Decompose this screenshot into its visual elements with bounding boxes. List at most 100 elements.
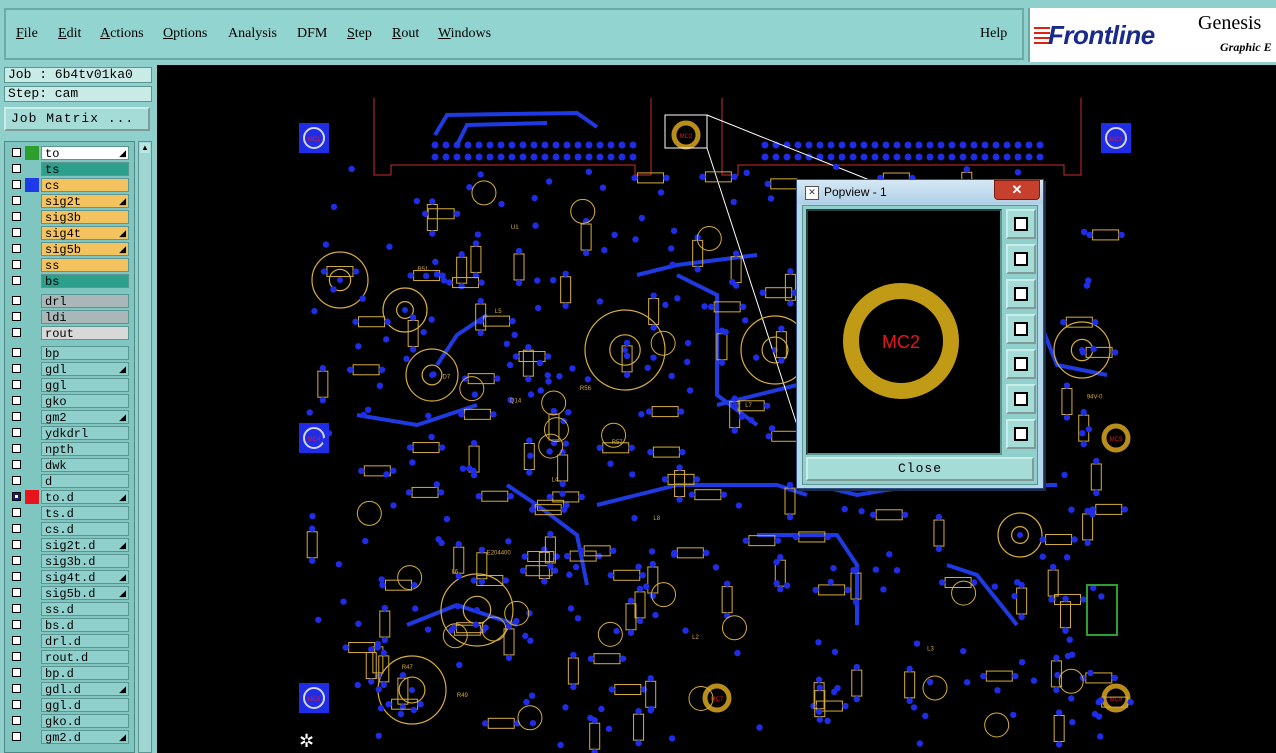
layer-checkbox[interactable]	[12, 148, 21, 157]
layer-row[interactable]: sig5b ◢	[8, 242, 130, 257]
layer-name[interactable]: bs	[41, 274, 129, 289]
menu-options[interactable]: Options	[163, 26, 207, 42]
layer-row[interactable]: rout	[8, 326, 130, 341]
layer-name[interactable]: gko	[41, 394, 129, 409]
layer-color-swatch[interactable]	[25, 178, 39, 192]
layer-color-swatch[interactable]	[25, 310, 39, 324]
menu-file[interactable]: File	[16, 26, 38, 42]
layer-checkbox[interactable]	[12, 684, 21, 693]
layer-checkbox[interactable]	[12, 348, 21, 357]
layer-name[interactable]: rout.d	[41, 650, 129, 665]
layer-color-swatch[interactable]	[25, 570, 39, 584]
layer-name[interactable]: gm2.d ◢	[41, 730, 129, 745]
layer-row[interactable]: bs.d	[8, 618, 130, 633]
layer-name[interactable]: sig4t ◢	[41, 226, 129, 241]
layer-color-swatch[interactable]	[25, 666, 39, 680]
layer-checkbox[interactable]	[12, 180, 21, 189]
layer-checkbox[interactable]	[12, 556, 21, 565]
zoom-in-icon[interactable]	[1006, 384, 1036, 414]
layer-checkbox[interactable]	[12, 492, 21, 501]
layer-checkbox[interactable]	[12, 196, 21, 205]
layer-color-swatch[interactable]	[25, 634, 39, 648]
layer-row[interactable]: ldi	[8, 310, 130, 325]
layer-row[interactable]: bp	[8, 346, 130, 361]
layer-checkbox[interactable]	[12, 572, 21, 581]
layer-row[interactable]: ts	[8, 162, 130, 177]
layer-color-swatch[interactable]	[25, 226, 39, 240]
layer-name[interactable]: gdl ◢	[41, 362, 129, 377]
layer-name[interactable]: sig2t ◢	[41, 194, 129, 209]
layer-row[interactable]: ts.d	[8, 506, 130, 521]
layer-name[interactable]: d	[41, 474, 129, 489]
layer-row[interactable]: gko.d	[8, 714, 130, 729]
layer-name[interactable]: bs.d	[41, 618, 129, 633]
layer-row[interactable]: gko	[8, 394, 130, 409]
layer-color-swatch[interactable]	[25, 210, 39, 224]
layer-checkbox[interactable]	[12, 412, 21, 421]
layer-name[interactable]: sig3b.d	[41, 554, 129, 569]
layer-row[interactable]: npth	[8, 442, 130, 457]
layer-row[interactable]: sig3b	[8, 210, 130, 225]
layer-row[interactable]: drl.d	[8, 634, 130, 649]
layer-color-swatch[interactable]	[25, 242, 39, 256]
layer-name[interactable]: ss.d	[41, 602, 129, 617]
layer-color-swatch[interactable]	[25, 714, 39, 728]
layer-color-swatch[interactable]	[25, 522, 39, 536]
layer-color-swatch[interactable]	[25, 274, 39, 288]
layer-name[interactable]: ss	[41, 258, 129, 273]
layer-name[interactable]: sig5b ◢	[41, 242, 129, 257]
layer-name[interactable]: cs.d	[41, 522, 129, 537]
layer-name[interactable]: npth	[41, 442, 129, 457]
menu-windows[interactable]: Windows	[438, 26, 491, 42]
menu-analysis[interactable]: Analysis	[228, 26, 277, 42]
layer-color-swatch[interactable]	[25, 378, 39, 392]
layer-name[interactable]: bp	[41, 346, 129, 361]
layer-row[interactable]: to.d ◢	[8, 490, 130, 505]
layer-row[interactable]: dwk	[8, 458, 130, 473]
layer-name[interactable]: sig5b.d ◢	[41, 586, 129, 601]
layer-checkbox[interactable]	[12, 652, 21, 661]
layer-name[interactable]: drl	[41, 294, 129, 309]
layer-checkbox[interactable]	[12, 260, 21, 269]
layer-row[interactable]: cs.d	[8, 522, 130, 537]
layer-row[interactable]: ydkdrl	[8, 426, 130, 441]
layer-row[interactable]: d	[8, 474, 130, 489]
layer-color-swatch[interactable]	[25, 258, 39, 272]
layer-row[interactable]: cs	[8, 178, 130, 193]
zoom-out-icon[interactable]	[1006, 419, 1036, 449]
popview-close-button[interactable]: Close	[806, 457, 1034, 481]
popview-viewport[interactable]: MC2	[806, 209, 1002, 455]
layer-checkbox[interactable]	[12, 296, 21, 305]
layer-checkbox[interactable]	[12, 164, 21, 173]
menu-help[interactable]: Help	[980, 26, 1007, 42]
layer-name[interactable]: ts	[41, 162, 129, 177]
layer-name[interactable]: cs	[41, 178, 129, 193]
scroll-up-icon[interactable]: ▲	[140, 143, 150, 153]
layer-row[interactable]: bs	[8, 274, 130, 289]
pan-up-icon[interactable]	[1006, 244, 1036, 274]
menu-actions[interactable]: Actions	[100, 26, 144, 42]
layer-color-swatch[interactable]	[25, 586, 39, 600]
layer-color-swatch[interactable]	[25, 442, 39, 456]
layer-checkbox[interactable]	[12, 396, 21, 405]
layer-checkbox[interactable]	[12, 228, 21, 237]
menu-step[interactable]: Step	[347, 26, 372, 42]
layer-checkbox[interactable]	[12, 508, 21, 517]
layer-name[interactable]: gdl.d ◢	[41, 682, 129, 697]
layer-color-swatch[interactable]	[25, 146, 39, 160]
layer-color-swatch[interactable]	[25, 602, 39, 616]
layer-checkbox[interactable]	[12, 380, 21, 389]
menu-dfm[interactable]: DFM	[297, 26, 327, 42]
layer-checkbox[interactable]	[12, 700, 21, 709]
layer-row[interactable]: bp.d	[8, 666, 130, 681]
layer-name[interactable]: ggl	[41, 378, 129, 393]
layer-row[interactable]: sig5b.d ◢	[8, 586, 130, 601]
layer-name[interactable]: sig4t.d ◢	[41, 570, 129, 585]
layer-color-swatch[interactable]	[25, 682, 39, 696]
layer-checkbox[interactable]	[12, 732, 21, 741]
layer-name[interactable]: ggl.d	[41, 698, 129, 713]
layer-color-swatch[interactable]	[25, 474, 39, 488]
pcb-board[interactable]: MC1MC2MC3MC4MC5MC6MC7MC8L5L6L7L8L2L3L4L1…	[157, 65, 1276, 753]
layer-color-swatch[interactable]	[25, 730, 39, 744]
layer-row[interactable]: ss.d	[8, 602, 130, 617]
